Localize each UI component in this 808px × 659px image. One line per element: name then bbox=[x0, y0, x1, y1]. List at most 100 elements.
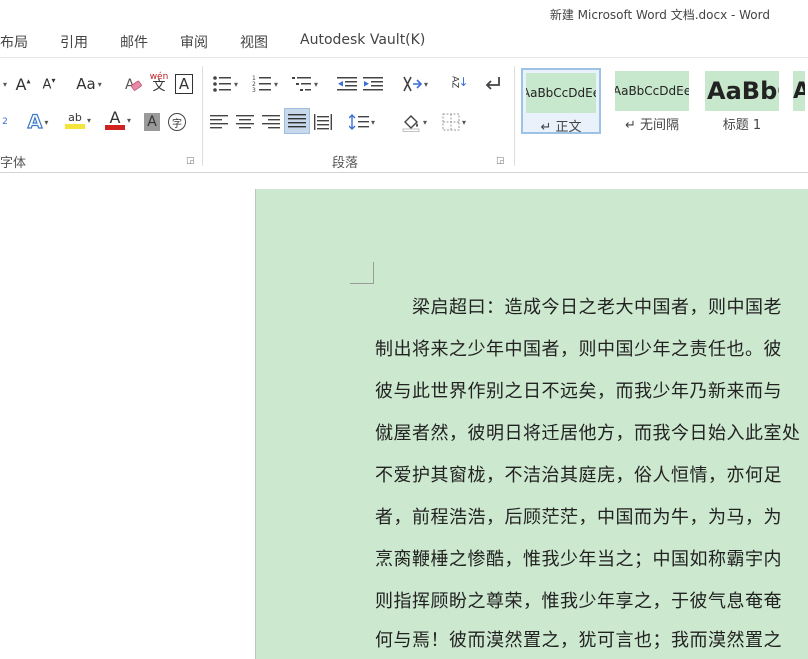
change-case-label: Aa bbox=[76, 75, 96, 93]
ribbon: ▾ A▴ A▾ Aa ▾ A wén 文 A 2 A ▾ ab ▾ A ▾ A … bbox=[0, 58, 808, 173]
tab-review[interactable]: 审阅 bbox=[180, 32, 208, 52]
subscript-icon: 2 bbox=[2, 117, 8, 127]
character-shading-icon: A bbox=[144, 113, 160, 131]
increase-indent-icon bbox=[363, 77, 383, 91]
borders-button[interactable]: ▾ bbox=[436, 110, 472, 134]
document-line-7[interactable]: 烹脔鞭棰之惨酷，惟我少年当之；中国如称霸宇内 bbox=[375, 545, 782, 571]
ribbon-tabs: 布局 引用 邮件 审阅 视图 Autodesk Vault(K) bbox=[0, 28, 808, 56]
font-color-icon: A bbox=[104, 109, 125, 130]
svg-text:3: 3 bbox=[252, 87, 256, 93]
tab-layout[interactable]: 布局 bbox=[0, 32, 28, 52]
chevron-down-icon: ▾ bbox=[44, 117, 49, 127]
style-heading-2[interactable]: A bbox=[790, 68, 808, 134]
font-group-label: 字体 bbox=[0, 156, 27, 171]
phonetic-bottom: 文 bbox=[152, 79, 166, 94]
borders-icon bbox=[442, 113, 460, 131]
title-bar: 新建 Microsoft Word 文档.docx - Word bbox=[0, 0, 808, 28]
group-divider bbox=[514, 66, 515, 166]
document-line-4[interactable]: 僦屋者然，彼明日将迁居他方，而我今日始入此室处 bbox=[375, 419, 801, 445]
justify-icon bbox=[288, 114, 306, 128]
align-left-button[interactable] bbox=[208, 110, 230, 134]
distributed-icon bbox=[314, 114, 332, 130]
tab-view[interactable]: 视图 bbox=[240, 32, 268, 52]
paragraph-mark-icon bbox=[485, 77, 500, 90]
style-no-spacing[interactable]: AaBbCcDdEe ↵ 无间隔 bbox=[612, 68, 692, 134]
tab-mailings[interactable]: 邮件 bbox=[120, 32, 148, 52]
grow-font-icon: A▴ bbox=[15, 74, 31, 94]
style-no-spacing-sample: AaBbCcDdEe bbox=[615, 71, 689, 111]
style-normal-sample: AaBbCcDdEe bbox=[526, 73, 596, 113]
document-line-9[interactable]: 何与焉！彼而漠然置之，犹可言也；我而漠然置之 bbox=[375, 626, 782, 652]
align-left-icon bbox=[210, 115, 228, 129]
document-line-2[interactable]: 制出将来之少年中国者，则中国少年之责任也。彼 bbox=[375, 335, 782, 361]
margin-corner-mark bbox=[350, 283, 374, 284]
document-line-5[interactable]: 不爱护其窗栊，不洁治其庭庑，俗人恒情，亦何足 bbox=[375, 461, 782, 487]
shrink-font-button[interactable]: A▾ bbox=[38, 72, 60, 96]
line-spacing-icon bbox=[348, 114, 369, 130]
enclose-characters-button[interactable]: 字 bbox=[166, 110, 188, 134]
align-right-button[interactable] bbox=[260, 110, 282, 134]
chevron-down-icon: ▾ bbox=[461, 117, 466, 127]
increase-indent-button[interactable] bbox=[362, 72, 384, 96]
align-center-icon bbox=[236, 115, 254, 129]
character-shading-button[interactable]: A bbox=[142, 110, 162, 134]
chinese-layout-button[interactable]: ▾ bbox=[398, 72, 432, 96]
chevron-down-icon: ▾ bbox=[86, 115, 91, 125]
font-size-dropdown-icon[interactable]: ▾ bbox=[0, 72, 8, 96]
paragraph-shading-button[interactable]: ▾ bbox=[396, 110, 432, 134]
decrease-indent-icon bbox=[337, 77, 357, 91]
paragraph-dialog-launcher-icon[interactable]: ◲ bbox=[496, 156, 506, 166]
chevron-down-icon: ▾ bbox=[126, 115, 131, 125]
chevron-down-icon: ▾ bbox=[233, 79, 238, 89]
style-heading-1-name: 标题 1 bbox=[722, 118, 762, 133]
multilevel-list-icon bbox=[291, 77, 311, 91]
character-border-button[interactable]: A bbox=[174, 72, 194, 96]
group-divider bbox=[202, 66, 203, 166]
chevron-down-icon: ▾ bbox=[422, 117, 427, 127]
change-case-button[interactable]: Aa ▾ bbox=[72, 72, 106, 96]
justify-button[interactable] bbox=[284, 108, 310, 134]
align-center-button[interactable] bbox=[234, 110, 256, 134]
bullets-icon bbox=[213, 76, 231, 92]
multilevel-list-button[interactable]: ▾ bbox=[288, 72, 322, 96]
document-line-3[interactable]: 彼与此世界作别之日不远矣，而我少年乃新来而与 bbox=[375, 377, 782, 403]
numbering-button[interactable]: 1 2 3 ▾ bbox=[248, 72, 282, 96]
tab-autodesk-vault[interactable]: Autodesk Vault(K) bbox=[300, 32, 425, 48]
window-title: 新建 Microsoft Word 文档.docx - Word bbox=[549, 8, 770, 22]
show-hide-marks-button[interactable] bbox=[482, 72, 504, 96]
margin-corner-mark bbox=[373, 262, 374, 284]
subscript-button[interactable]: 2 bbox=[0, 110, 10, 134]
document-line-8[interactable]: 则指挥顾盼之尊荣，惟我少年享之，于彼气息奄奄 bbox=[375, 587, 782, 613]
align-right-icon bbox=[262, 115, 280, 129]
style-normal-name: ↵ 正文 bbox=[540, 120, 582, 135]
font-dialog-launcher-icon[interactable]: ◲ bbox=[186, 156, 196, 166]
chevron-down-icon: ▾ bbox=[313, 79, 318, 89]
highlight-color-button[interactable]: ab ▾ bbox=[60, 108, 96, 132]
font-color-button[interactable]: A ▾ bbox=[100, 108, 136, 132]
tab-references[interactable]: 引用 bbox=[60, 32, 88, 52]
style-heading-1[interactable]: AaBbC 标题 1 bbox=[702, 68, 782, 134]
chevron-down-icon: ▾ bbox=[423, 79, 428, 89]
paint-bucket-icon bbox=[402, 115, 420, 132]
decrease-indent-button[interactable] bbox=[336, 72, 358, 96]
text-effects-icon: A bbox=[27, 110, 43, 133]
chevron-down-icon: ▾ bbox=[97, 79, 102, 89]
text-effects-button[interactable]: A ▾ bbox=[22, 110, 54, 134]
document-line-6[interactable]: 者，前程浩浩，后顾茫茫，中国而为牛，为马，为 bbox=[375, 503, 782, 529]
highlighter-icon: ab bbox=[64, 111, 85, 129]
grow-font-button[interactable]: A▴ bbox=[12, 72, 34, 96]
shrink-font-icon: A▾ bbox=[42, 75, 56, 93]
enclose-characters-icon: 字 bbox=[168, 113, 186, 131]
bullets-button[interactable]: ▾ bbox=[208, 72, 242, 96]
style-normal[interactable]: AaBbCcDdEe ↵ 正文 bbox=[521, 68, 601, 135]
sort-button[interactable]: AZ ↓ bbox=[446, 70, 472, 94]
chevron-down-icon: ▾ bbox=[370, 117, 375, 127]
document-line-1[interactable]: 梁启超曰：造成今日之老大中国者，则中国老 bbox=[375, 293, 782, 319]
eraser-icon: A bbox=[125, 77, 142, 93]
clear-formatting-button[interactable]: A bbox=[122, 72, 144, 96]
distributed-button[interactable] bbox=[312, 110, 334, 134]
phonetic-guide-button[interactable]: wén 文 bbox=[148, 70, 170, 94]
chevron-down-icon: ▾ bbox=[273, 79, 278, 89]
line-spacing-button[interactable]: ▾ bbox=[344, 110, 380, 134]
style-heading-2-sample: A bbox=[793, 71, 805, 111]
